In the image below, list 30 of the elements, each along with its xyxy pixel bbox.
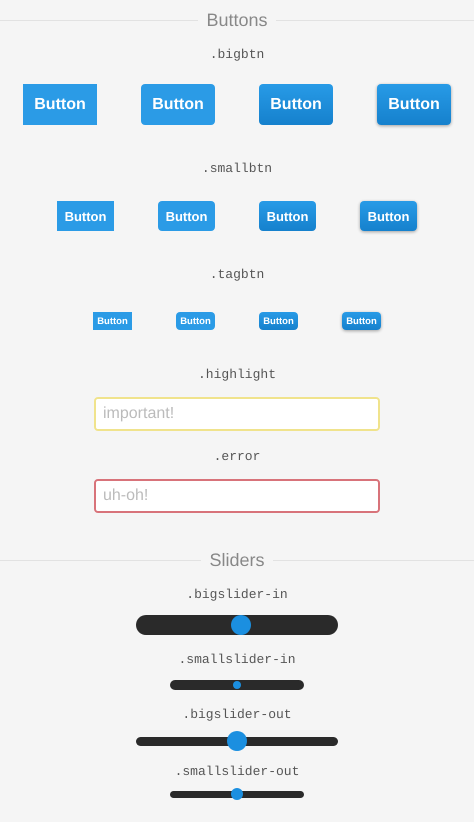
button[interactable]: Button <box>360 201 417 231</box>
section-title: Sliders <box>208 549 266 572</box>
class-label: .smallbtn <box>202 161 272 177</box>
class-label: .bigbtn <box>210 47 264 63</box>
slider[interactable] <box>170 788 304 800</box>
class-label: .smallslider-in <box>178 652 296 668</box>
class-label: .tagbtn <box>210 267 264 283</box>
slider-thumb[interactable] <box>227 731 247 751</box>
button[interactable]: Button <box>342 312 381 330</box>
button[interactable]: Button <box>93 312 132 330</box>
class-label: .smallslider-out <box>174 764 300 780</box>
button[interactable]: Button <box>259 201 316 231</box>
slider[interactable] <box>170 680 304 690</box>
class-label: .highlight <box>198 367 276 383</box>
text-field[interactable]: uh-oh! <box>94 479 380 513</box>
button[interactable]: Button <box>259 84 333 125</box>
slider[interactable] <box>136 731 338 751</box>
button[interactable]: Button <box>176 312 215 330</box>
button[interactable]: Button <box>259 312 298 330</box>
class-label: .error <box>214 449 260 465</box>
button[interactable]: Button <box>158 201 215 231</box>
class-label: .bigslider-in <box>186 587 288 603</box>
button[interactable]: Button <box>57 201 114 231</box>
slider-thumb[interactable] <box>231 788 243 800</box>
button[interactable]: Button <box>141 84 215 125</box>
class-label: .bigslider-out <box>182 707 292 723</box>
button[interactable]: Button <box>23 84 97 125</box>
slider[interactable] <box>136 615 338 635</box>
section-title: Buttons <box>205 9 269 32</box>
button[interactable]: Button <box>377 84 451 125</box>
